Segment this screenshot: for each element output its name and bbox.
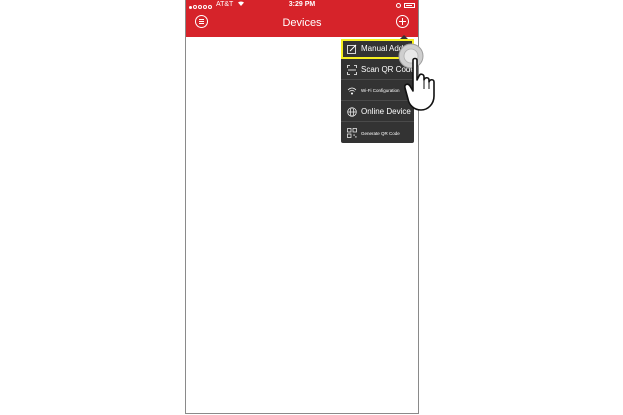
nav-bar: Devices — [186, 10, 418, 37]
phone-screen: AT&T 3:29 PM Devices Manual Add Scan QR … — [185, 0, 419, 414]
battery-icon — [404, 2, 415, 8]
menu-item-generate-qr[interactable]: Generate QR Code — [341, 123, 414, 143]
tap-hand-pointer-icon — [398, 43, 435, 111]
status-bar: AT&T 3:29 PM — [186, 0, 418, 10]
pencil-edit-icon — [347, 44, 357, 54]
add-device-button[interactable] — [396, 15, 409, 28]
qr-code-icon — [347, 128, 357, 138]
wifi-icon — [347, 86, 357, 96]
globe-icon — [347, 106, 357, 117]
page-title: Devices — [282, 17, 322, 29]
menu-label-generate-qr: Generate QR Code — [361, 130, 400, 136]
status-time: 3:29 PM — [288, 1, 316, 8]
alarm-icon — [396, 2, 401, 8]
status-right-icons — [396, 0, 415, 10]
scan-icon — [347, 64, 357, 75]
menu-label-wifi-config: Wi-Fi Configuration — [361, 88, 400, 93]
